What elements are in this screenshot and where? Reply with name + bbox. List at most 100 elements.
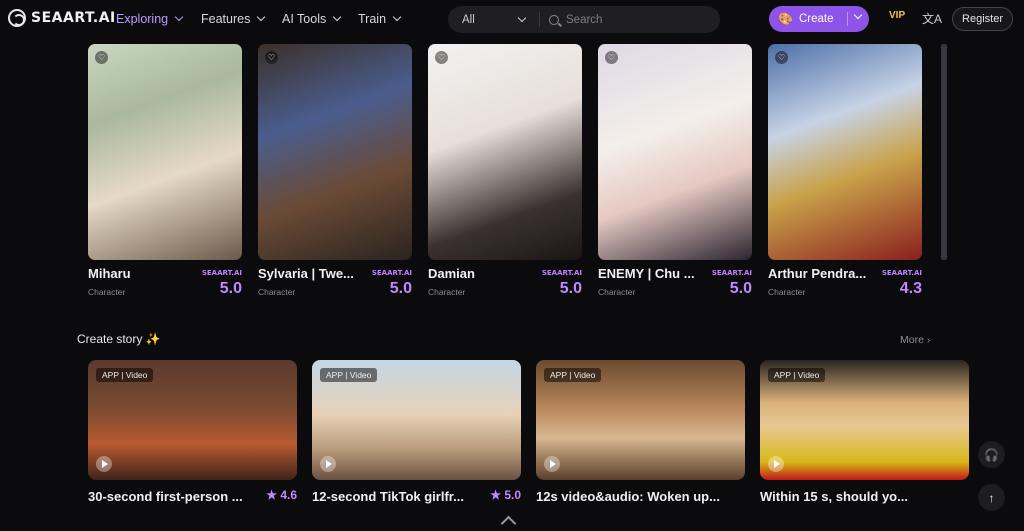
heart-icon[interactable]: ♡ bbox=[435, 51, 448, 64]
play-icon[interactable] bbox=[320, 456, 336, 472]
story-rating: ★ 4.6 bbox=[266, 488, 297, 502]
chevron-down-icon[interactable] bbox=[853, 10, 863, 20]
logo-text: SEAART.AI bbox=[31, 10, 116, 26]
chevron-up-icon[interactable] bbox=[500, 515, 517, 531]
story-tag: APP | Video bbox=[768, 368, 826, 382]
play-icon[interactable] bbox=[96, 456, 112, 472]
search-input[interactable] bbox=[566, 13, 716, 26]
nav-ai-tools[interactable]: AI Tools bbox=[282, 12, 342, 26]
character-image: ♡ bbox=[598, 44, 752, 260]
character-name: Arthur Pendra... bbox=[768, 266, 867, 281]
character-card[interactable]: ♡ Arthur Pendra... Character SEAART.AI 4… bbox=[768, 44, 922, 297]
chevron-down-icon bbox=[174, 12, 184, 22]
translate-icon[interactable]: 文A bbox=[922, 10, 942, 27]
heart-icon[interactable]: ♡ bbox=[265, 51, 278, 64]
create-divider bbox=[847, 12, 848, 26]
heart-icon[interactable]: ♡ bbox=[605, 51, 618, 64]
nav-train-label: Train bbox=[358, 12, 387, 26]
back-to-top-icon[interactable]: ↑ bbox=[978, 484, 1005, 511]
story-title: 30-second first-person ... bbox=[88, 489, 243, 504]
category-select-value: All bbox=[462, 13, 475, 26]
character-name: Sylvaria | Twe... bbox=[258, 266, 354, 281]
story-rating: ★ 5.0 bbox=[490, 488, 521, 502]
character-card[interactable]: ♡ ENEMY | Chu ... Character SEAART.AI 5.… bbox=[598, 44, 752, 297]
character-type: Character bbox=[258, 287, 296, 297]
story-tag: APP | Video bbox=[544, 368, 602, 382]
sparkle-icon: ✨ bbox=[145, 332, 161, 346]
create-button[interactable]: 🎨 Create bbox=[769, 6, 869, 32]
character-rating: 4.3 bbox=[899, 280, 922, 297]
heart-icon[interactable]: ♡ bbox=[95, 51, 108, 64]
chevron-down-icon bbox=[257, 12, 266, 22]
story-title: 12-second TikTok girlfr... bbox=[312, 489, 464, 504]
palette-icon: 🎨 bbox=[778, 12, 793, 26]
section-title-text: Create story bbox=[77, 332, 143, 346]
character-type: Character bbox=[88, 287, 126, 297]
character-image: ♡ bbox=[768, 44, 922, 260]
story-title: 12s video&audio: Woken up... bbox=[536, 489, 720, 504]
character-name: Damian bbox=[428, 266, 475, 281]
character-brand: SEAART.AI bbox=[541, 269, 582, 277]
character-type: Character bbox=[768, 287, 806, 297]
more-label: More bbox=[900, 334, 924, 346]
chevron-right-icon: › bbox=[926, 334, 931, 346]
nav-exploring[interactable]: Exploring bbox=[116, 12, 184, 26]
story-thumbnail: APP | Video bbox=[760, 360, 969, 480]
logo-icon bbox=[8, 9, 26, 27]
play-icon[interactable] bbox=[768, 456, 784, 472]
more-link[interactable]: More › bbox=[900, 334, 930, 346]
create-button-label: Create bbox=[798, 13, 834, 25]
top-navigation-bar: SEAART.AI Exploring Features AI Tools Tr… bbox=[0, 0, 1024, 38]
character-rating: 5.0 bbox=[559, 280, 582, 297]
section-title: Create story ✨ bbox=[77, 332, 161, 346]
character-image: ♡ bbox=[428, 44, 582, 260]
heart-icon[interactable]: ♡ bbox=[775, 51, 788, 64]
story-card[interactable]: APP | Video 12-second TikTok girlfr... ★… bbox=[312, 360, 521, 504]
nav-features-label: Features bbox=[201, 12, 251, 26]
character-brand: SEAART.AI bbox=[881, 269, 922, 277]
story-tag: APP | Video bbox=[320, 368, 378, 382]
story-card[interactable]: APP | Video 30-second first-person ... ★… bbox=[88, 360, 297, 504]
character-rating: 5.0 bbox=[389, 280, 412, 297]
character-name: Miharu bbox=[88, 266, 131, 281]
search-bar: All bbox=[448, 6, 720, 33]
character-rating: 5.0 bbox=[219, 280, 242, 297]
character-type: Character bbox=[598, 287, 636, 297]
play-icon[interactable] bbox=[544, 456, 560, 472]
nav-exploring-label: Exploring bbox=[116, 12, 169, 26]
chevron-down-icon bbox=[392, 12, 402, 22]
register-button[interactable]: Register bbox=[952, 7, 1013, 31]
character-brand: SEAART.AI bbox=[711, 269, 752, 277]
search-icon bbox=[549, 14, 559, 25]
character-name: ENEMY | Chu ... bbox=[598, 266, 695, 281]
story-tag: APP | Video bbox=[96, 368, 154, 382]
support-headset-icon[interactable]: 🎧 bbox=[978, 441, 1005, 468]
story-rating-value: 4.6 bbox=[280, 488, 297, 502]
character-image: ♡ bbox=[88, 44, 242, 260]
character-type: Character bbox=[428, 287, 466, 297]
character-brand: SEAART.AI bbox=[201, 269, 242, 277]
story-title: Within 15 s, should yo... bbox=[760, 489, 908, 504]
character-image: ♡ bbox=[258, 44, 412, 260]
chevron-down-icon bbox=[517, 13, 527, 22]
story-thumbnail: APP | Video bbox=[88, 360, 297, 480]
story-thumbnail: APP | Video bbox=[312, 360, 521, 480]
character-card[interactable]: ♡ Sylvaria | Twe... Character SEAART.AI … bbox=[258, 44, 412, 297]
character-brand: SEAART.AI bbox=[371, 269, 412, 277]
nav-features[interactable]: Features bbox=[201, 12, 266, 26]
nav-train[interactable]: Train bbox=[358, 12, 402, 26]
vip-label: VIP bbox=[889, 10, 906, 21]
story-card[interactable]: APP | Video Within 15 s, should yo... bbox=[760, 360, 969, 504]
nav-ai-tools-label: AI Tools bbox=[282, 12, 327, 26]
next-card-peek bbox=[941, 44, 947, 260]
logo[interactable]: SEAART.AI bbox=[8, 9, 116, 27]
character-card[interactable]: ♡ Damian Character SEAART.AI 5.0 bbox=[428, 44, 582, 297]
chevron-down-icon bbox=[333, 12, 342, 22]
category-select[interactable]: All bbox=[448, 12, 540, 27]
story-rating-value: 5.0 bbox=[504, 488, 521, 502]
character-card[interactable]: ♡ Miharu Character SEAART.AI 5.0 bbox=[88, 44, 242, 297]
story-thumbnail: APP | Video bbox=[536, 360, 745, 480]
story-card[interactable]: APP | Video 12s video&audio: Woken up... bbox=[536, 360, 745, 504]
vip-cart-icon[interactable]: VIP bbox=[889, 10, 905, 21]
character-rating: 5.0 bbox=[729, 280, 752, 297]
